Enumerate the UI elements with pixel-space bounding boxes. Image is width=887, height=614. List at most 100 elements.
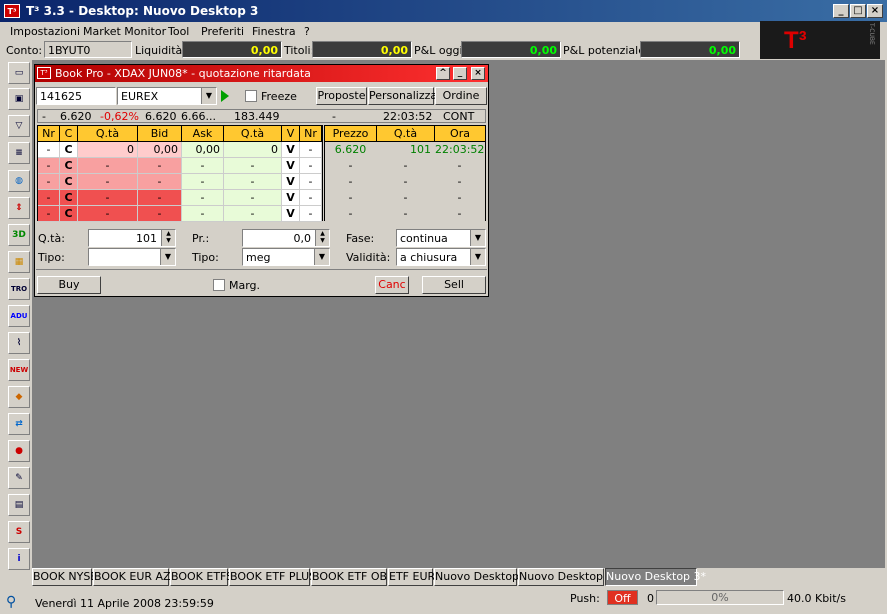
trade-cell: -: [435, 190, 485, 206]
book-cell: C: [60, 158, 78, 174]
book-cell: -: [300, 206, 322, 222]
qta-input[interactable]: 101 ▲ ▼: [88, 229, 176, 247]
marg-checkbox[interactable]: [213, 279, 225, 291]
ordine-button[interactable]: Ordine: [435, 87, 487, 105]
freeze-checkbox[interactable]: [245, 90, 257, 102]
book-cell: C: [60, 206, 78, 222]
tipo-select[interactable]: ▼: [88, 248, 176, 266]
book-cell: -: [78, 158, 138, 174]
validita-select[interactable]: a chiusura ▼: [396, 248, 486, 266]
linechart-icon[interactable]: ⌇: [8, 332, 30, 354]
tab-book-etf-obb[interactable]: BOOK ETF OBB: [311, 568, 395, 586]
book-cell: -: [38, 190, 60, 206]
code-input[interactable]: 141625: [36, 87, 116, 105]
heatmap-icon[interactable]: ▦: [8, 251, 30, 273]
market-select[interactable]: EUREX ▼: [117, 87, 217, 105]
close-button[interactable]: ×: [867, 4, 883, 18]
book-cell: C: [60, 174, 78, 190]
book-cell: -: [138, 158, 182, 174]
left-toolbar: ▭ ▣ ▽ ≡ ◍ ⇕ 3D ▦ TRO ADU ⌇ NEW ◆ ⇄ ● ✎ ▤…: [4, 60, 32, 570]
s-icon[interactable]: S: [8, 521, 30, 543]
personalizza-button[interactable]: Personalizza: [368, 87, 437, 105]
chevron-down-icon[interactable]: ▼: [314, 249, 329, 265]
marg-label: Marg.: [229, 279, 261, 292]
book-cell: -: [224, 206, 282, 222]
conto-select[interactable]: 1BYUT0: [44, 41, 132, 58]
chevron-down-icon[interactable]: ▼: [201, 88, 216, 104]
chevron-down-icon[interactable]: ▼: [470, 230, 485, 246]
liquidita-value: 0,00: [182, 41, 282, 58]
pl-potenziale-value: 0,00: [640, 41, 740, 58]
trades-grid[interactable]: Prezzo Q.tà Ora 6.620 101 22:03:52- - - - - - - -…: [324, 125, 486, 222]
cube-icon[interactable]: ◆: [8, 386, 30, 408]
price-input[interactable]: 0,0 ▲ ▼: [242, 229, 330, 247]
price-spinner[interactable]: ▲ ▼: [315, 230, 329, 246]
pr-label: Pr.:: [192, 232, 210, 245]
trade-cell: -: [435, 174, 485, 190]
book-cell: -: [300, 158, 322, 174]
calculator-icon[interactable]: ▤: [8, 494, 30, 516]
info-icon[interactable]: i: [8, 548, 30, 570]
menu-bar: Impostazioni Market Monitor Tool Preferi…: [0, 22, 887, 40]
monitor-icon[interactable]: ▭: [8, 62, 30, 84]
book-cell: -: [300, 190, 322, 206]
conto-label: Conto:: [6, 44, 43, 57]
network-icon: ⚲: [6, 594, 17, 610]
menu-preferiti[interactable]: Preferiti: [201, 25, 244, 38]
chevron-down-icon[interactable]: ▼: [470, 249, 485, 265]
tab-nuovo-desktop-2[interactable]: Nuovo Desktop 2: [518, 568, 614, 586]
maximize-button[interactable]: □: [850, 4, 866, 18]
play-icon[interactable]: [221, 90, 229, 102]
filter-list-icon[interactable]: ≡: [8, 142, 30, 164]
menu-finestra[interactable]: Finestra: [252, 25, 296, 38]
chart3d-icon[interactable]: 3D: [8, 224, 30, 246]
trade-cell: -: [377, 158, 435, 174]
news-icon[interactable]: NEW: [8, 359, 30, 381]
tro-icon[interactable]: TRO: [8, 278, 30, 300]
exchange-icon[interactable]: ⇄: [8, 413, 30, 435]
buy-button[interactable]: Buy: [37, 276, 101, 294]
tab-book-eur-az[interactable]: BOOK EUR AZ.: [93, 568, 174, 586]
book-cell: -: [224, 158, 282, 174]
qta-spinner[interactable]: ▲ ▼: [161, 230, 175, 246]
traffic-light-icon[interactable]: ●: [8, 440, 30, 462]
book-collapse-button[interactable]: ^: [436, 67, 450, 80]
tab-book-nyse[interactable]: BOOK NYSE: [32, 568, 97, 586]
chevron-down-icon[interactable]: ▼: [160, 249, 175, 265]
tab-book-etf-plus[interactable]: BOOK ETF PLUS: [229, 568, 316, 586]
title-bar[interactable]: T³ T³ 3.3 - Desktop: Nuovo Desktop 3 _ □…: [0, 0, 887, 22]
updown-icon[interactable]: ⇕: [8, 197, 30, 219]
sell-button[interactable]: Sell: [422, 276, 486, 294]
tipo2-select[interactable]: meg ▼: [242, 248, 330, 266]
menu-impostazioni[interactable]: Impostazioni: [10, 25, 80, 38]
qta-label: Q.tà:: [38, 232, 65, 245]
menu-help[interactable]: ?: [304, 25, 310, 38]
trade-cell: -: [325, 190, 377, 206]
book-title-bar[interactable]: T³ Book Pro - XDAX JUN08* - quotazione r…: [35, 65, 488, 82]
trade-cell: -: [377, 174, 435, 190]
canc-button[interactable]: Canc: [375, 276, 409, 294]
menu-tool[interactable]: Tool: [168, 25, 189, 38]
status-bar: ⚲ Venerdì 11 Aprile 2008 23:59:59 Push: …: [0, 590, 887, 614]
tab-nuovo-desktop[interactable]: Nuovo Desktop*: [434, 568, 525, 586]
account-bar: Conto: 1BYUT0 Liquidità: 0,00 Titoli: 0,…: [0, 40, 887, 60]
tab-etf-eur[interactable]: ETF EUR: [388, 568, 435, 586]
book-minimize-button[interactable]: _: [453, 67, 467, 80]
menu-market-monitor[interactable]: Market Monitor: [83, 25, 166, 38]
book-close-button[interactable]: ×: [471, 67, 485, 80]
filter-icon[interactable]: ▽: [8, 115, 30, 137]
tab-book-etfs[interactable]: BOOK ETFS: [170, 568, 233, 586]
save-icon[interactable]: ▣: [8, 88, 30, 110]
minimize-button[interactable]: _: [833, 4, 849, 18]
edit-icon[interactable]: ✎: [8, 467, 30, 489]
adu-icon[interactable]: ADU: [8, 305, 30, 327]
book-grid[interactable]: Nr C Q.tà Bid Ask Q.tà V Nr - C 0 0,00 0,00 0…: [37, 125, 323, 222]
globe-icon[interactable]: ◍: [8, 170, 30, 192]
fase-select[interactable]: continua ▼: [396, 229, 486, 247]
book-cell: -: [78, 174, 138, 190]
tab-nuovo-desktop-3[interactable]: Nuovo Desktop 3*: [605, 568, 706, 586]
progress-bar: 0%: [656, 590, 784, 605]
last-price: 6.620: [60, 110, 92, 123]
proposte-button[interactable]: Proposte: [316, 87, 367, 105]
push-status[interactable]: Off: [607, 590, 638, 605]
